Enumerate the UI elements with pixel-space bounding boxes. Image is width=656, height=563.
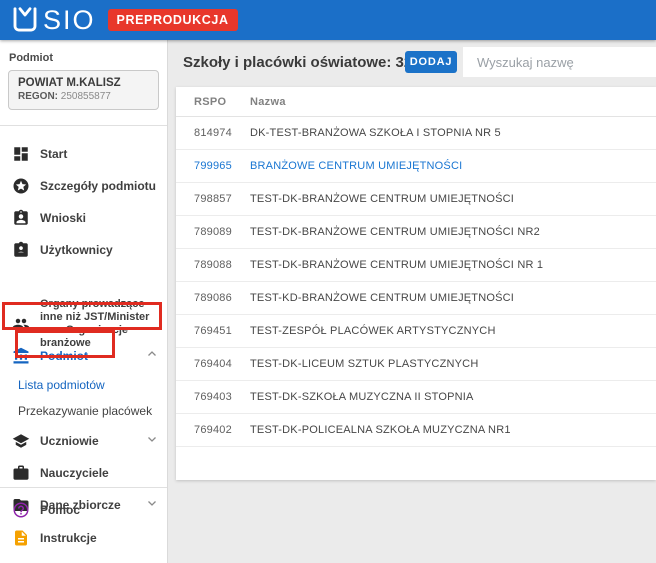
cell-rspo: 769403 — [194, 391, 250, 403]
table-row[interactable]: 769451 TEST-ZESPÓŁ PLACÓWEK ARTYSTYCZNYC… — [176, 315, 656, 348]
table-row[interactable]: 789086 TEST-KD-BRANŻOWE CENTRUM UMIEJĘTN… — [176, 282, 656, 315]
graduation-cap-icon — [12, 432, 30, 450]
sidebar-item-label: Start — [40, 148, 67, 161]
document-icon — [12, 529, 30, 547]
user-badge-icon — [12, 241, 30, 259]
table-row[interactable]: 769403 TEST-DK-SZKOŁA MUZYCZNA II STOPNI… — [176, 381, 656, 414]
table-row-highlighted[interactable]: 799965 BRANŻOWE CENTRUM UMIEJĘTNOŚCI — [176, 150, 656, 183]
table-row[interactable]: 769402 TEST-DK-POLICEALNA SZKOŁA MUZYCZN… — [176, 414, 656, 447]
cell-rspo: 789088 — [194, 259, 250, 271]
search-input[interactable] — [463, 47, 656, 77]
chevron-down-icon — [146, 432, 158, 450]
sidebar-item-label: Podmiot — [40, 350, 88, 363]
sidebar-item-start[interactable]: Start — [0, 138, 168, 170]
sidebar-item-pomoc[interactable]: Pomoc — [0, 496, 168, 524]
sidebar-divider — [0, 487, 167, 488]
people-icon — [12, 315, 30, 333]
entity-card: POWIAT M.KALISZ REGON: 250855877 — [8, 70, 159, 110]
sidebar-item-instrukcje[interactable]: Instrukcje — [0, 524, 168, 552]
cell-nazwa: TEST-DK-LICEUM SZTUK PLASTYCZNYCH — [250, 358, 656, 370]
regon-value: 250855877 — [61, 91, 111, 102]
briefcase-icon — [12, 464, 30, 482]
cell-nazwa: TEST-DK-POLICEALNA SZKOŁA MUZYCZNA NR1 — [250, 424, 656, 436]
sidebar-item-podmiot[interactable]: Podmiot — [0, 342, 168, 370]
sidebar-item-uczniowie[interactable]: Uczniowie — [0, 426, 168, 456]
add-button[interactable]: DODAJ — [405, 51, 457, 73]
sidebar-item-label: Lista podmiotów — [18, 378, 105, 392]
cell-nazwa: TEST-DK-BRANŻOWE CENTRUM UMIEJĘTNOŚCI — [250, 193, 656, 205]
entity-regon: REGON: 250855877 — [18, 90, 149, 103]
table-row[interactable]: 769404 TEST-DK-LICEUM SZTUK PLASTYCZNYCH — [176, 348, 656, 381]
column-header-rspo: RSPO — [194, 96, 250, 108]
entity-name: POWIAT M.KALISZ — [18, 76, 149, 90]
cell-rspo: 814974 — [194, 127, 250, 139]
sio-logo[interactable]: SIO — [10, 5, 96, 35]
open-book-logo-icon — [10, 5, 40, 35]
schools-table-card: RSPO Nazwa 814974 DK-TEST-BRANŻOWA SZKOŁ… — [176, 87, 656, 480]
cell-rspo: 769404 — [194, 358, 250, 370]
sidebar-item-organy-prowadzace[interactable]: Organy prowadzące inne niż JST/Minister … — [0, 302, 168, 346]
environment-badge: PREPRODUKCJA — [108, 9, 238, 31]
dashboard-icon — [12, 145, 30, 163]
sidebar-item-nauczyciele[interactable]: Nauczyciele — [0, 458, 168, 488]
table-header-row: RSPO Nazwa — [176, 87, 656, 117]
sidebar-item-uzytkownicy[interactable]: Użytkownicy — [0, 234, 168, 266]
cell-nazwa: TEST-ZESPÓŁ PLACÓWEK ARTYSTYCZNYCH — [250, 325, 656, 337]
sidebar-item-label: Wnioski — [40, 212, 86, 225]
bank-icon — [12, 347, 30, 365]
cell-nazwa: TEST-DK-SZKOŁA MUZYCZNA II STOPNIA — [250, 391, 656, 403]
cell-rspo: 789089 — [194, 226, 250, 238]
logo-text: SIO — [43, 7, 96, 34]
table-row[interactable]: 789088 TEST-DK-BRANŻOWE CENTRUM UMIEJĘTN… — [176, 249, 656, 282]
cell-nazwa: TEST-KD-BRANŻOWE CENTRUM UMIEJĘTNOŚCI — [250, 292, 656, 304]
cell-rspo: 769402 — [194, 424, 250, 436]
sidebar-item-label: Instrukcje — [40, 532, 97, 545]
sidebar-item-label: Pomoc — [40, 504, 80, 517]
topbar: SIO PREPRODUKCJA — [0, 0, 656, 40]
regon-label: REGON: — [18, 91, 58, 102]
cell-rspo: 789086 — [194, 292, 250, 304]
cell-nazwa: BRANŻOWE CENTRUM UMIEJĘTNOŚCI — [250, 160, 656, 172]
sidebar-item-label: Nauczyciele — [40, 467, 109, 480]
sidebar: Podmiot POWIAT M.KALISZ REGON: 250855877… — [0, 40, 168, 563]
sidebar-item-przekazywanie-placowek[interactable]: Przekazywanie placówek — [0, 398, 168, 424]
sidebar-item-label: Przekazywanie placówek — [18, 404, 152, 418]
sidebar-section-label: Podmiot — [9, 52, 53, 64]
sidebar-item-lista-podmiotow[interactable]: Lista podmiotów — [0, 372, 168, 398]
sidebar-item-label: Uczniowie — [40, 435, 99, 448]
column-header-nazwa: Nazwa — [250, 96, 656, 108]
assignment-person-icon — [12, 209, 30, 227]
cell-rspo: 769451 — [194, 325, 250, 337]
cell-rspo: 799965 — [194, 160, 250, 172]
cell-nazwa: TEST-DK-BRANŻOWE CENTRUM UMIEJĘTNOŚCI NR… — [250, 259, 656, 271]
chevron-up-icon — [146, 347, 158, 365]
cell-nazwa: DK-TEST-BRANŻOWA SZKOŁA I STOPNIA NR 5 — [250, 127, 656, 139]
page-title: Szkoły i placówki oświatowe: 324 — [183, 54, 421, 71]
sidebar-divider — [0, 125, 167, 126]
sidebar-item-label: Użytkownicy — [40, 244, 113, 257]
sidebar-item-szczegoly-podmiotu[interactable]: Szczegóły podmiotu — [0, 170, 168, 202]
help-icon — [12, 501, 30, 519]
table-row[interactable]: 798857 TEST-DK-BRANŻOWE CENTRUM UMIEJĘTN… — [176, 183, 656, 216]
table-row[interactable]: 814974 DK-TEST-BRANŻOWA SZKOŁA I STOPNIA… — [176, 117, 656, 150]
table-row[interactable]: 789089 TEST-DK-BRANŻOWE CENTRUM UMIEJĘTN… — [176, 216, 656, 249]
cell-rspo: 798857 — [194, 193, 250, 205]
sidebar-item-label: Szczegóły podmiotu — [40, 180, 156, 193]
sidebar-item-wnioski[interactable]: Wnioski — [0, 202, 168, 234]
cell-nazwa: TEST-DK-BRANŻOWE CENTRUM UMIEJĘTNOŚCI NR… — [250, 226, 656, 238]
star-circle-icon — [12, 177, 30, 195]
